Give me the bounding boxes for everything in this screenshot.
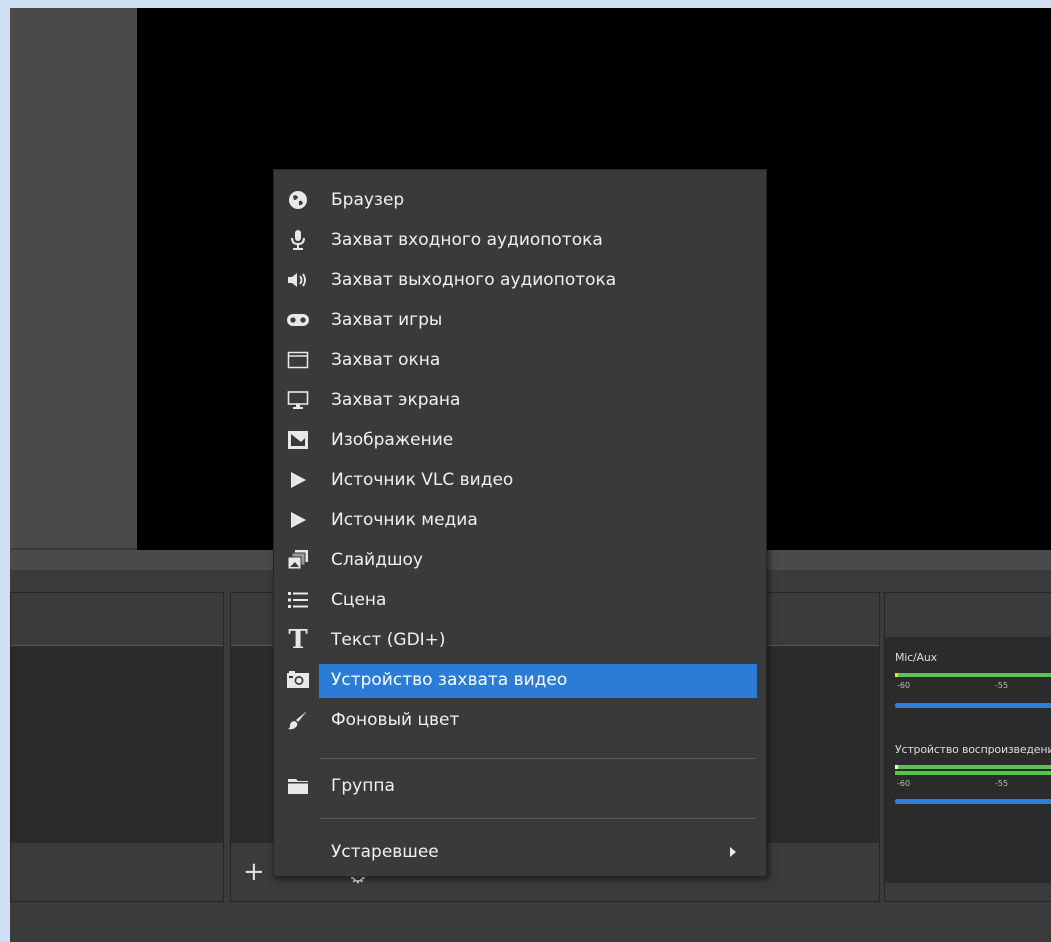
peak-marker <box>895 765 898 769</box>
scale-label: -55 <box>995 779 1009 788</box>
audio-level-meter <box>895 765 1051 769</box>
menu-item-label: Устаревшее <box>331 842 439 862</box>
menu-item-label: Текст (GDI+) <box>331 630 446 650</box>
menu-item-label: Группа <box>331 776 395 796</box>
menu-item-label: Захват окна <box>331 350 441 370</box>
play-icon <box>286 509 310 531</box>
menu-item-text-gdi[interactable]: T Текст (GDI+) <box>274 622 766 658</box>
status-bar <box>10 904 1051 942</box>
globe-icon <box>286 189 310 211</box>
menu-item-media-source[interactable]: Источник медиа <box>274 502 766 538</box>
menu-item-vlc-video-source[interactable]: Источник VLC видео <box>274 462 766 498</box>
scenes-dock-header <box>11 593 223 619</box>
menu-item-scene[interactable]: Сцена <box>274 582 766 618</box>
scale-label: -60 <box>897 681 911 690</box>
audio-level-meter <box>895 673 1051 677</box>
speaker-icon <box>286 269 310 291</box>
menu-item-image[interactable]: Изображение <box>274 422 766 458</box>
microphone-icon <box>286 229 310 251</box>
scale-label: -60 <box>897 779 911 788</box>
menu-item-label: Сцена <box>331 590 387 610</box>
menu-item-label: Браузер <box>331 190 405 210</box>
submenu-arrow-icon <box>730 847 736 857</box>
menu-item-label: Захват экрана <box>331 390 461 410</box>
menu-separator <box>320 818 756 819</box>
menu-item-display-capture[interactable]: Захват экрана <box>274 382 766 418</box>
text-icon: T <box>288 625 308 655</box>
menu-item-label: Слайдшоу <box>331 550 423 570</box>
image-icon <box>286 429 310 451</box>
scenes-toolbar <box>11 843 223 901</box>
folder-icon <box>286 775 310 797</box>
menu-item-group[interactable]: Группа <box>274 768 766 804</box>
preview-margin <box>10 8 137 548</box>
audio-level-meter <box>895 771 1051 775</box>
menu-item-window-capture[interactable]: Захват окна <box>274 342 766 378</box>
menu-separator <box>320 758 756 759</box>
menu-item-color-source[interactable]: Фоновый цвет <box>274 702 766 738</box>
brush-icon <box>286 709 310 731</box>
menu-item-video-capture-device[interactable]: Устройство захвата видео <box>274 662 766 698</box>
mixer-track-name: Устройство воспроизведения <box>895 743 1051 756</box>
menu-item-game-capture[interactable]: Захват игры <box>274 302 766 338</box>
audio-mixer-panel: Mic/Aux -60 -55 Устройство воспроизведен… <box>885 637 1051 883</box>
scenes-dock <box>10 592 224 902</box>
menu-item-label: Фоновый цвет <box>331 710 460 730</box>
window-icon <box>286 349 310 371</box>
menu-item-label: Изображение <box>331 430 454 450</box>
mixer-track-name: Mic/Aux <box>895 651 937 664</box>
menu-item-label: Устройство захвата видео <box>331 670 568 690</box>
menu-item-slideshow[interactable]: Слайдшоу <box>274 542 766 578</box>
scale-label: -55 <box>995 681 1009 690</box>
menu-item-label: Захват игры <box>331 310 443 330</box>
volume-slider[interactable] <box>895 799 1051 804</box>
peak-marker <box>895 673 898 677</box>
menu-item-label: Источник медиа <box>331 510 478 530</box>
menu-item-label: Источник VLC видео <box>331 470 514 490</box>
add-source-menu: Браузер Захват входного аудиопотока Захв… <box>273 169 767 877</box>
gamepad-icon <box>286 309 310 331</box>
play-icon <box>286 469 310 491</box>
menu-item-deprecated[interactable]: Устаревшее <box>274 834 766 870</box>
menu-item-audio-input-capture[interactable]: Захват входного аудиопотока <box>274 222 766 258</box>
monitor-icon <box>286 389 310 411</box>
camera-icon <box>286 669 310 691</box>
add-source-button[interactable]: + <box>243 859 265 885</box>
scenes-list[interactable] <box>11 645 223 844</box>
menu-item-label: Захват входного аудиопотока <box>331 230 603 250</box>
volume-slider[interactable] <box>895 703 1051 708</box>
audio-mixer-dock: Mic/Aux -60 -55 Устройство воспроизведен… <box>884 592 1051 902</box>
menu-item-browser[interactable]: Браузер <box>274 182 766 218</box>
list-icon <box>286 589 310 611</box>
slideshow-icon <box>286 549 310 571</box>
menu-item-audio-output-capture[interactable]: Захват выходного аудиопотока <box>274 262 766 298</box>
menu-item-label: Захват выходного аудиопотока <box>331 270 617 290</box>
